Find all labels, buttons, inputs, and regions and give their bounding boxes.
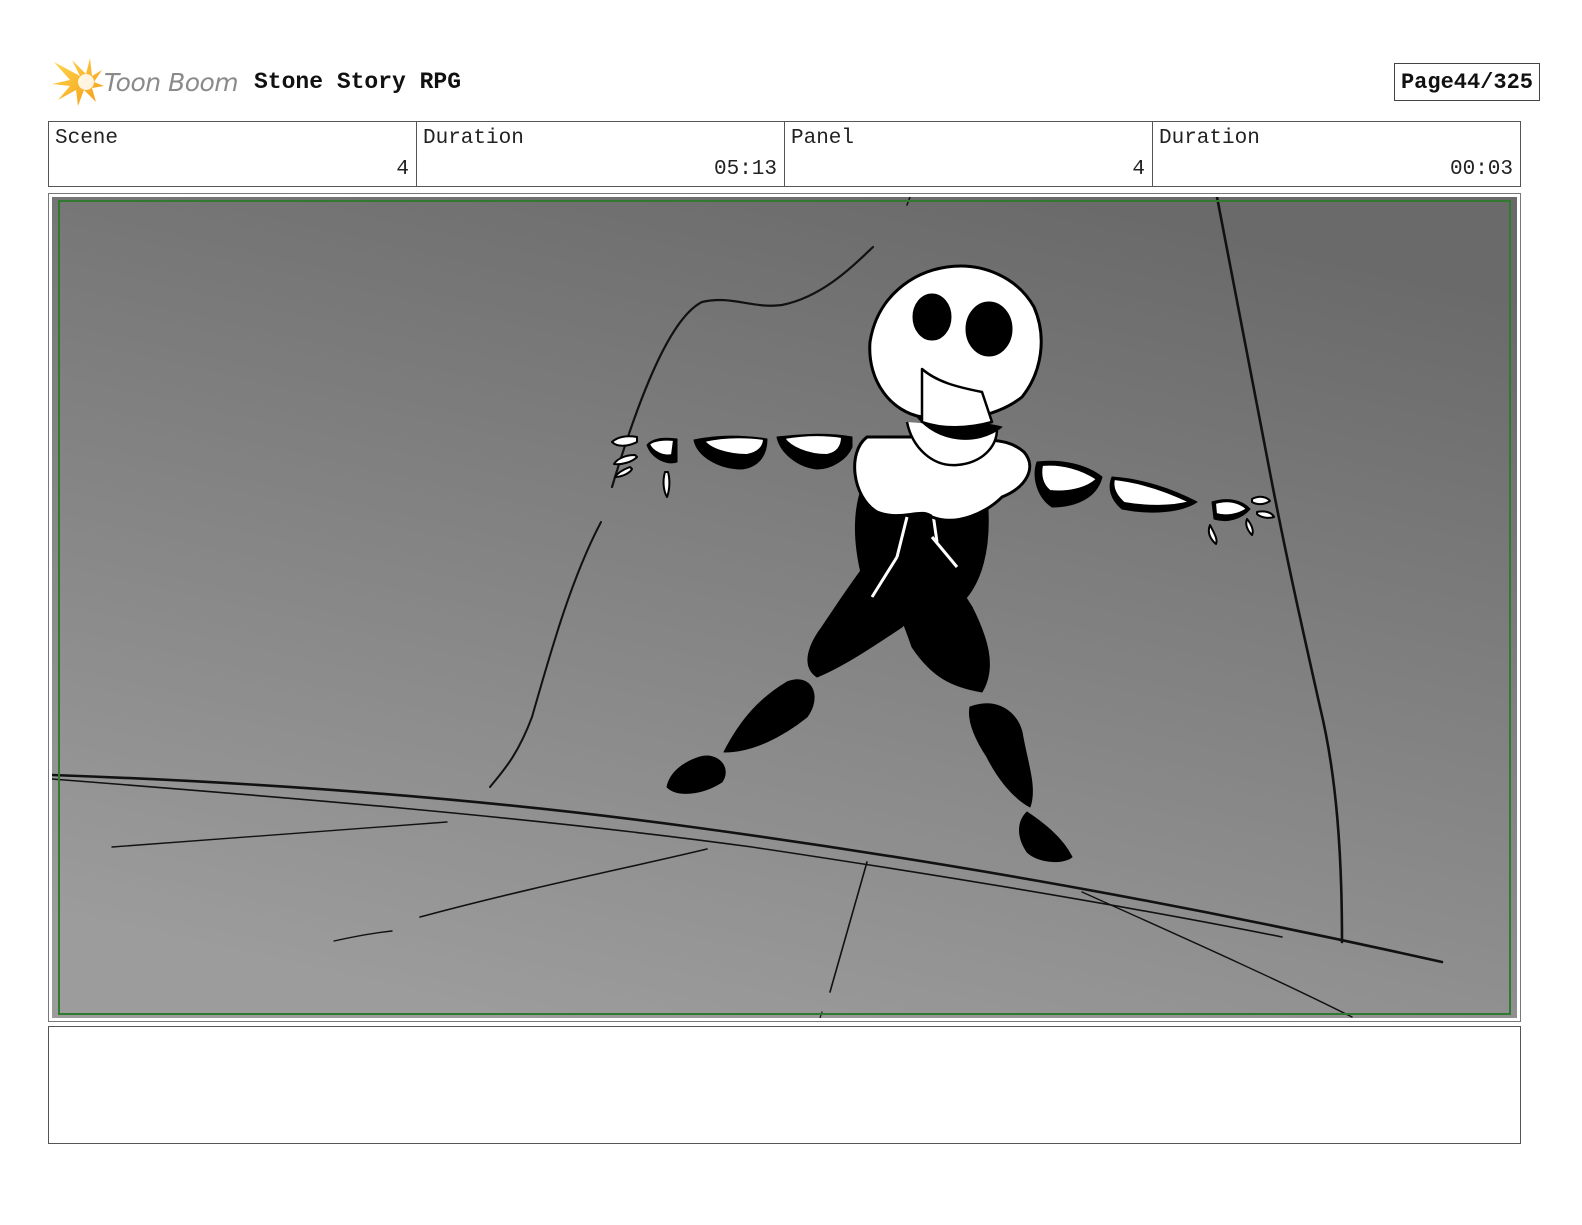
toon-boom-logo: Toon Boom xyxy=(50,56,239,108)
panel-value: 4 xyxy=(1132,158,1145,181)
scene-duration-label: Duration xyxy=(423,127,524,150)
scene-value: 4 xyxy=(396,158,409,181)
panel-cell: Panel 4 xyxy=(785,122,1153,186)
storyboard-drawing xyxy=(52,197,1517,1018)
page-number: 44/325 xyxy=(1453,69,1533,95)
panel-label: Panel xyxy=(791,127,855,150)
storyboard-panel xyxy=(48,193,1521,1022)
panel-notes[interactable] xyxy=(48,1026,1521,1144)
scene-label: Scene xyxy=(55,127,119,150)
project-title: Stone Story RPG xyxy=(254,69,462,95)
page-label: Page xyxy=(1400,69,1454,95)
storyboard-header: Toon Boom Stone Story RPG Page 44/325 xyxy=(50,56,1540,108)
panel-info-table: Scene 4 Duration 05:13 Panel 4 Duration … xyxy=(48,121,1521,187)
scene-duration-value: 05:13 xyxy=(713,158,777,181)
panel-duration-label: Duration xyxy=(1159,127,1260,150)
logo-text: Toon Boom xyxy=(104,67,239,97)
scene-duration-cell: Duration 05:13 xyxy=(417,122,785,186)
scene-cell: Scene 4 xyxy=(49,122,417,186)
panel-duration-value: 00:03 xyxy=(1449,158,1513,181)
sketch-canvas xyxy=(52,197,1517,1018)
panel-duration-cell: Duration 00:03 xyxy=(1153,122,1520,186)
page-indicator: Page 44/325 xyxy=(1393,63,1540,101)
starburst-icon xyxy=(52,58,104,106)
